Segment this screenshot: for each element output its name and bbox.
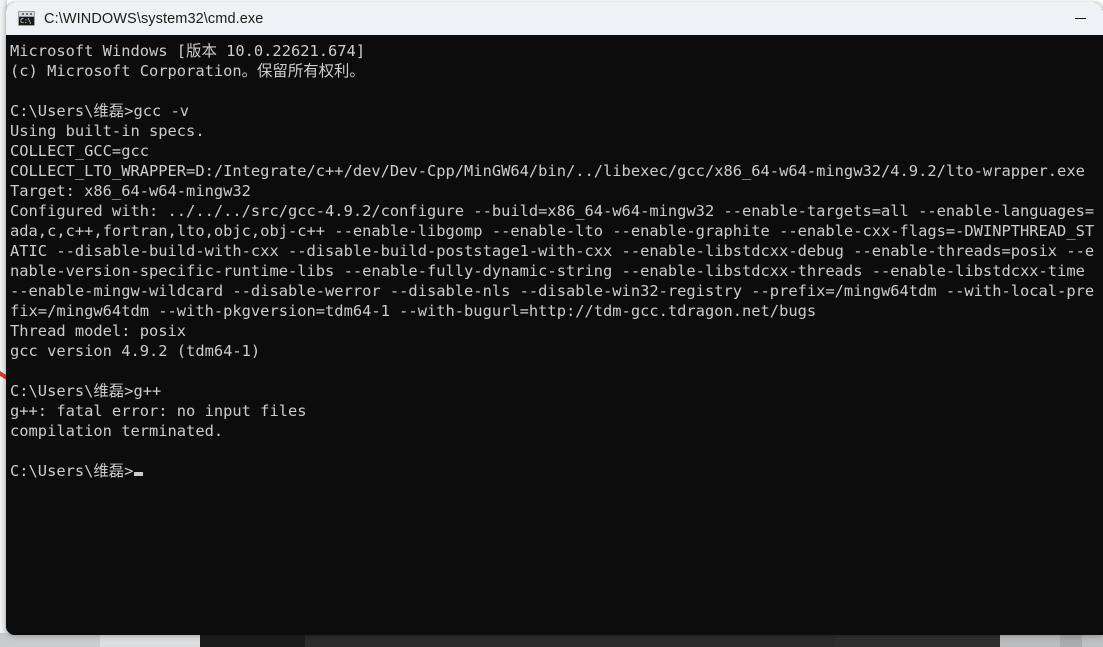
console-line: Thread model: posix xyxy=(10,322,187,340)
icon-prompt-glyph: C:\ xyxy=(19,17,34,25)
console-line: Using built-in specs. xyxy=(10,122,205,140)
console-line: gcc version 4.9.2 (tdm64-1) xyxy=(10,342,261,360)
console-line: COLLECT_LTO_WRAPPER=D:/Integrate/c++/dev… xyxy=(10,162,1085,180)
console-line: Target: x86_64-w64-mingw32 xyxy=(10,182,251,200)
icon-dot-1 xyxy=(30,13,32,15)
console-line: COLLECT_GCC=gcc xyxy=(10,142,149,160)
console-line: C:\Users\维磊>gcc -v xyxy=(10,102,190,120)
console-line-wrapped: fix=/mingw64tdm --with-pkgversion=tdm64-… xyxy=(10,302,817,320)
window-title: C:\WINDOWS\system32\cmd.exe xyxy=(44,10,264,27)
console-output-area[interactable]: Microsoft Windows [版本 10.0.22621.674] (c)… xyxy=(6,35,1103,635)
console-line-wrapped: --enable-mingw-wildcard --disable-werror… xyxy=(10,282,1095,300)
console-line-wrapped: ada,c,c++,fortran,lto,objc,obj-c++ --ena… xyxy=(10,222,1095,240)
window-controls[interactable] xyxy=(1057,2,1103,35)
taskbar-segment-gray2 xyxy=(1060,633,1082,647)
taskbar-segment-left2 xyxy=(100,633,200,647)
console-line: compilation terminated. xyxy=(10,422,224,440)
console-line-wrapped: nable-version-specific-runtime-libs --en… xyxy=(10,262,1095,280)
taskbar-segment-gray3 xyxy=(1082,633,1103,647)
icon-dot-3 xyxy=(22,13,24,15)
console-line: C:\Users\维磊> xyxy=(10,461,1103,481)
minimize-button[interactable] xyxy=(1057,2,1103,35)
console-line: Microsoft Windows [版本 10.0.22621.674] xyxy=(10,42,366,60)
title-bar[interactable]: C:\ C:\WINDOWS\system32\cmd.exe xyxy=(6,2,1103,35)
console-line: C:\Users\维磊>g++ xyxy=(10,382,162,400)
console-line: (c) Microsoft Corporation。保留所有权利。 xyxy=(10,62,365,80)
cmd-console-window[interactable]: C:\ C:\WINDOWS\system32\cmd.exe Microsof… xyxy=(6,2,1103,635)
cmd-console-icon: C:\ xyxy=(18,11,35,26)
console-cursor xyxy=(134,472,144,476)
console-line: Configured with: ../../../src/gcc-4.9.2/… xyxy=(10,202,1095,220)
taskbar-segment-left xyxy=(0,633,100,647)
console-line: g++: fatal error: no input files xyxy=(10,402,307,420)
icon-dot-2 xyxy=(26,13,28,15)
minimize-icon xyxy=(1074,18,1086,19)
taskbar-segment-gray1 xyxy=(1000,633,1060,647)
console-text: Microsoft Windows [版本 10.0.22621.674] (c)… xyxy=(10,41,1103,481)
taskbar-segment-dark1 xyxy=(200,633,305,647)
console-line-wrapped: ATIC --disable-build-with-cxx --disable-… xyxy=(10,242,1095,260)
